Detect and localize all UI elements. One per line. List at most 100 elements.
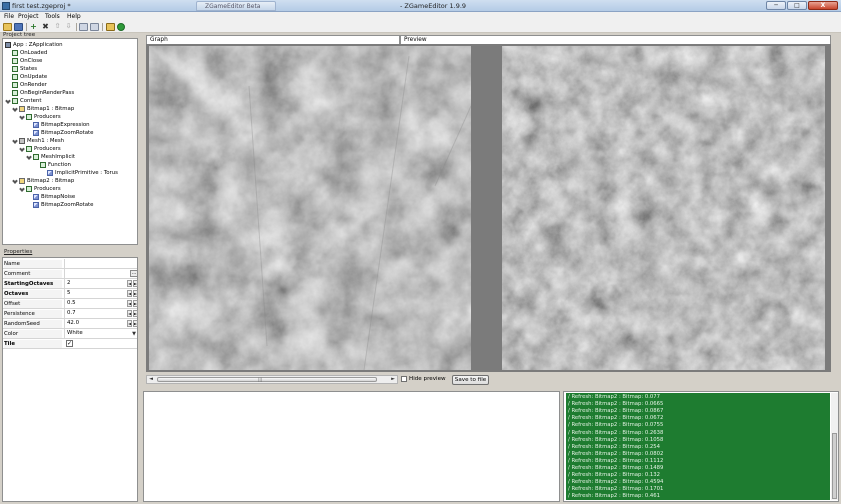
increase-spin-icon[interactable]: ►	[133, 280, 138, 287]
property-row: RandomSeed 42.0 ◄ ►	[3, 319, 138, 329]
property-name: Persistence	[4, 310, 62, 318]
decrease-spin-icon[interactable]: ◄	[127, 310, 132, 317]
menu-help[interactable]: Help	[67, 13, 81, 20]
expand-arrow-icon[interactable]	[5, 98, 11, 104]
dropdown-arrow-icon[interactable]: ▼	[131, 331, 137, 337]
bitmap-node-icon	[33, 122, 39, 128]
log-line-text: Refresh: Bitmap2 : Bitmap: 0.0867	[571, 408, 664, 415]
delete-icon[interactable]: ✖	[41, 23, 50, 31]
save-to-file-button[interactable]: Save to file	[452, 375, 489, 385]
property-value-field[interactable]: 2	[64, 279, 129, 288]
node-node-icon	[26, 114, 32, 120]
bitmap-node-icon	[33, 130, 39, 136]
property-value-field[interactable]	[64, 259, 129, 268]
node-node-icon	[40, 162, 46, 168]
menu-file[interactable]: File	[4, 13, 14, 20]
background-window-tab[interactable]: ZGameEditor Beta	[196, 1, 276, 11]
move-up-icon[interactable]: ⇧	[53, 23, 62, 31]
expand-arrow-icon[interactable]	[12, 106, 18, 112]
lock-icon[interactable]	[106, 23, 115, 31]
bitmap-node-icon	[33, 194, 39, 200]
decrease-spin-icon[interactable]: ◄	[127, 280, 132, 287]
increase-spin-icon[interactable]: ►	[133, 310, 138, 317]
expand-arrow-icon[interactable]	[12, 138, 18, 144]
hide-preview-box[interactable]	[401, 376, 407, 382]
log-line-text: Refresh: Bitmap2 : Bitmap: 0.254	[571, 443, 660, 450]
scroll-right-arrow-icon[interactable]: ►	[389, 376, 397, 383]
property-row: Octaves 5 ◄ ►	[3, 289, 138, 299]
log-line-text: Refresh: Bitmap2 : Bitmap: 0.077	[571, 394, 660, 400]
run-icon[interactable]	[117, 23, 125, 31]
tree-item-label: BitmapExpression	[41, 122, 90, 128]
menu-tools[interactable]: Tools	[45, 13, 60, 20]
menu-bar: File Project Tools Help	[0, 12, 841, 21]
tile-checkbox[interactable]: ✓	[66, 340, 73, 347]
ellipsis-button[interactable]: ...	[130, 270, 138, 277]
expand-arrow-icon[interactable]	[19, 114, 25, 120]
menu-project[interactable]: Project	[18, 13, 39, 20]
title-bar: first test.zgeproj * ZGameEditor Beta - …	[0, 0, 841, 12]
log-line-text: Refresh: Bitmap2 : Bitmap: 0.0802	[571, 450, 664, 457]
property-row: Tile ✓	[3, 339, 137, 349]
tree-item-label: OnLoaded	[20, 50, 48, 56]
properties-caption: Properties	[4, 249, 33, 255]
log-scrollbar[interactable]	[831, 393, 838, 500]
decrease-spin-icon[interactable]: ◄	[127, 290, 132, 297]
property-value-field[interactable]: 5	[64, 289, 129, 298]
open-icon[interactable]	[3, 23, 12, 31]
add-icon[interactable]: +	[29, 23, 38, 31]
folder-node-icon	[19, 178, 25, 184]
property-value-field[interactable]: White	[64, 329, 129, 338]
increase-spin-icon[interactable]: ►	[133, 320, 138, 327]
node-node-icon	[26, 146, 32, 152]
paste-icon[interactable]	[90, 23, 99, 31]
bitmap-node-icon	[33, 202, 39, 208]
scroll-grip-icon: |||	[258, 377, 263, 382]
property-value-field[interactable]	[64, 269, 129, 278]
property-value-field[interactable]: 0.5	[64, 299, 129, 308]
log-scrollbar-thumb[interactable]	[832, 433, 837, 499]
maximize-button[interactable]: □	[787, 1, 807, 10]
log-panel: / Refresh: Bitmap2 : Bitmap: 0.077/ Refr…	[563, 391, 839, 502]
scrollbar-thumb[interactable]: |||	[157, 377, 377, 382]
bitmap-node-icon	[47, 170, 53, 176]
minimize-button[interactable]: ─	[766, 1, 786, 10]
project-tree[interactable]: App : ZApplication OnLoaded OnClose States O…	[2, 38, 138, 245]
node-node-icon	[12, 58, 18, 64]
decrease-spin-icon[interactable]: ◄	[127, 320, 132, 327]
app-icon	[2, 2, 10, 10]
tree-item-label: OnBeginRenderPass	[20, 90, 75, 96]
tab-preview[interactable]: Preview	[400, 35, 831, 44]
graph-horizontal-scrollbar[interactable]: ◄ ||| ►	[146, 375, 398, 384]
property-row: Persistence 0.7 ◄ ►	[3, 309, 138, 319]
property-name: Color	[4, 330, 62, 338]
increase-spin-icon[interactable]: ►	[133, 290, 138, 297]
close-button[interactable]: X	[808, 1, 838, 10]
preview-bitmap	[502, 46, 825, 370]
tree-item-label: Bitmap1 : Bitmap	[27, 106, 75, 112]
copy-icon[interactable]	[79, 23, 88, 31]
tree-item-label: MeshImplicit	[41, 154, 76, 160]
tab-graph[interactable]: Graph	[146, 35, 400, 44]
save-icon[interactable]	[14, 23, 23, 31]
expand-arrow-icon[interactable]	[19, 186, 25, 192]
decrease-spin-icon[interactable]: ◄	[127, 300, 132, 307]
log-line-text: Refresh: Bitmap2 : Bitmap: 0.1058	[571, 436, 664, 443]
property-row: Offset 0.5 ◄ ►	[3, 299, 138, 309]
tree-item-label: OnUpdate	[20, 74, 48, 80]
node-node-icon	[12, 98, 18, 104]
move-down-icon[interactable]: ⇩	[64, 23, 73, 31]
tree-item-label: Mesh1 : Mesh	[27, 138, 65, 144]
expand-arrow-icon[interactable]	[12, 178, 18, 184]
tree-item-label: Content	[20, 98, 42, 104]
expand-arrow-icon[interactable]	[19, 146, 25, 152]
graph-tab-label: Graph	[150, 37, 168, 43]
increase-spin-icon[interactable]: ►	[133, 300, 138, 307]
property-row: StartingOctaves 2 ◄ ►	[3, 279, 138, 289]
property-value-field[interactable]: 0.7	[64, 309, 129, 318]
scroll-left-arrow-icon[interactable]: ◄	[147, 376, 155, 383]
expand-arrow-icon[interactable]	[26, 154, 32, 160]
code-editor[interactable]	[143, 391, 560, 502]
tree-item-label: States	[20, 66, 38, 72]
property-value-field[interactable]: 42.0	[64, 319, 129, 328]
